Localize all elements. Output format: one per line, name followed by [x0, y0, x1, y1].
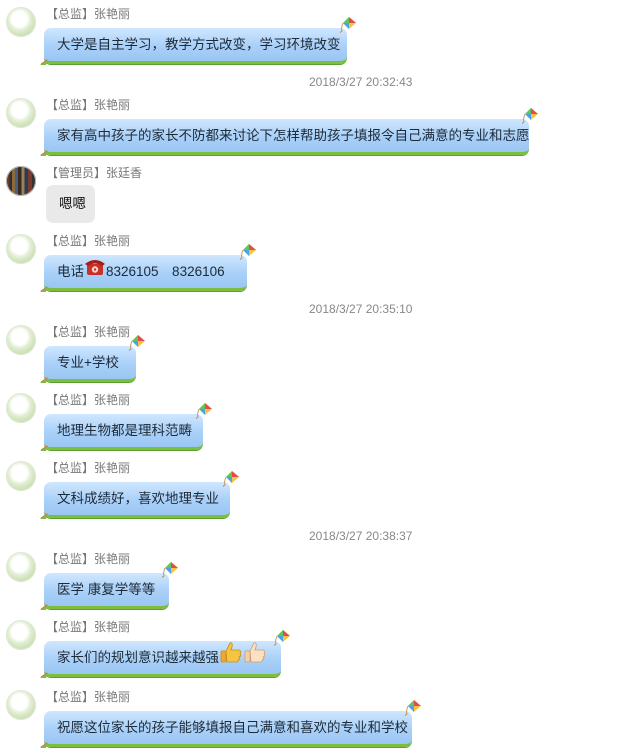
message-text: 医学 康复学等等 [57, 582, 156, 597]
sender-label: 【总监】张艳丽 [46, 325, 131, 339]
message-text: 专业+学校 [57, 355, 119, 370]
avatar[interactable] [6, 620, 36, 650]
bubble-tail-icon [40, 445, 48, 451]
message-text-suffix: 8326105 8326106 [106, 264, 225, 279]
message-bubble[interactable]: 家长们的规划意识越来越强 [44, 641, 281, 677]
bubble-tail-icon [40, 59, 48, 65]
message-text-prefix: 电话 [57, 264, 84, 279]
message-bubble[interactable]: 大学是自主学习，教学方式改变，学习环境改变 [44, 28, 347, 64]
bubble-tail-icon [40, 742, 48, 748]
message-text: 文科成绩好，喜欢地理专业 [57, 491, 219, 506]
bubble-tail-icon [40, 286, 48, 292]
bubble-tail-icon [40, 377, 48, 383]
message-text: 家长们的规划意识越来越强 [57, 650, 219, 666]
kite-icon [274, 630, 290, 646]
message-bubble[interactable]: 电话 8326105 8326106 [44, 255, 247, 291]
avatar[interactable] [6, 7, 36, 37]
sender-label: 【管理员】张廷香 [46, 166, 143, 180]
thumbs-up-icon [219, 641, 243, 676]
message-text: 嗯嗯 [59, 196, 86, 211]
message-bubble[interactable]: 祝愿这位家长的孩子能够填报自己满意和喜欢的专业和学校 [44, 711, 412, 747]
avatar[interactable] [6, 234, 36, 264]
message-bubble[interactable]: 文科成绩好，喜欢地理专业 [44, 482, 230, 518]
avatar[interactable] [6, 461, 36, 491]
sender-label: 【总监】张艳丽 [46, 393, 131, 407]
avatar[interactable] [6, 98, 36, 128]
kite-icon [240, 244, 256, 260]
avatar[interactable] [6, 166, 36, 196]
kite-icon [340, 17, 356, 33]
kite-icon [196, 403, 212, 419]
kite-icon [162, 562, 178, 578]
avatar[interactable] [6, 552, 36, 582]
bubble-tail-icon [40, 604, 48, 610]
sender-label: 【总监】张艳丽 [46, 98, 131, 112]
bubble-tail-icon [40, 513, 48, 519]
telephone-icon [84, 255, 106, 289]
kite-icon [405, 700, 421, 716]
kite-icon [522, 108, 538, 124]
message-text: 家有高中孩子的家长不防都来讨论下怎样帮助孩子填报令自己满意的专业和志愿 [57, 128, 530, 143]
bubble-tail-icon [40, 672, 48, 678]
message-bubble[interactable]: 地理生物都是理科范畴 [44, 414, 203, 450]
kite-icon [223, 471, 239, 487]
bubble-tail-icon [40, 150, 48, 156]
avatar[interactable] [6, 690, 36, 720]
message-text: 大学是自主学习，教学方式改变，学习环境改变 [57, 37, 341, 52]
message-bubble[interactable]: 专业+学校 [44, 346, 136, 382]
avatar[interactable] [6, 393, 36, 423]
sender-label: 【总监】张艳丽 [46, 552, 131, 566]
message-bubble[interactable]: 家有高中孩子的家长不防都来讨论下怎样帮助孩子填报令自己满意的专业和志愿 [44, 119, 529, 155]
sender-label: 【总监】张艳丽 [46, 620, 131, 634]
message-bubble[interactable]: 医学 康复学等等 [44, 573, 169, 609]
sender-label: 【总监】张艳丽 [46, 690, 131, 704]
sender-label: 【总监】张艳丽 [46, 234, 131, 248]
message-text: 祝愿这位家长的孩子能够填报自己满意和喜欢的专业和学校 [57, 720, 408, 735]
kite-icon [129, 335, 145, 351]
thumbs-up-icon [243, 641, 267, 676]
sender-label: 【总监】张艳丽 [46, 461, 131, 475]
avatar[interactable] [6, 325, 36, 355]
message-text: 地理生物都是理科范畴 [57, 423, 192, 438]
sender-label: 【总监】张艳丽 [46, 7, 131, 21]
message-bubble[interactable]: 嗯嗯 [46, 185, 95, 223]
